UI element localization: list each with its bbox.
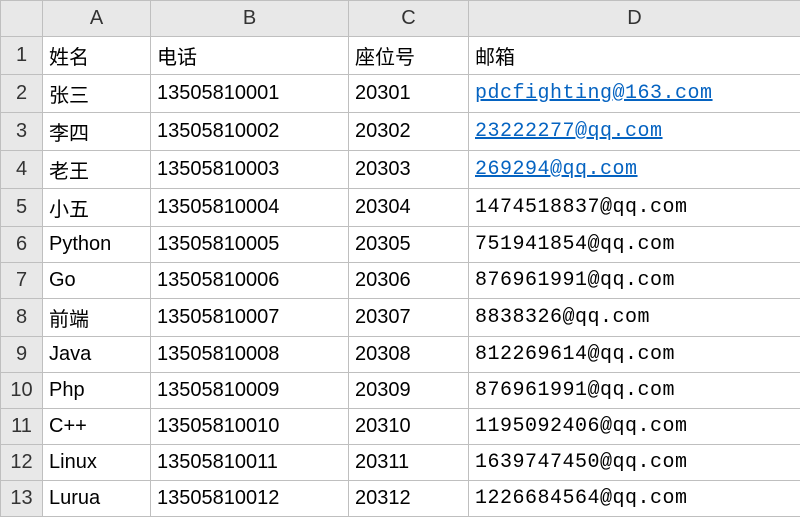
cell-name[interactable]: 李四 [43,113,151,151]
header-cell[interactable]: 电话 [151,37,349,75]
table-row: 9Java1350581000820308812269614@qq.com [1,337,800,373]
cell-name[interactable]: Go [43,263,151,299]
cell-email[interactable]: 1639747450@qq.com [469,445,800,481]
email-link[interactable]: pdcfighting@163.com [475,82,713,105]
column-header-row: A B C D [1,1,800,37]
cell-email[interactable]: 812269614@qq.com [469,337,800,373]
cell-phone[interactable]: 13505810004 [151,189,349,227]
table-row: 11C++13505810010203101195092406@qq.com [1,409,800,445]
row-header[interactable]: 5 [1,189,43,227]
cell-seat[interactable]: 20308 [349,337,469,373]
cell-phone[interactable]: 13505810009 [151,373,349,409]
cell-name[interactable]: Python [43,227,151,263]
cell-seat[interactable]: 20304 [349,189,469,227]
cell-email[interactable]: 269294@qq.com [469,151,800,189]
cell-name[interactable]: 张三 [43,75,151,113]
cell-seat[interactable]: 20305 [349,227,469,263]
cell-seat[interactable]: 20302 [349,113,469,151]
cell-email[interactable]: 8838326@qq.com [469,299,800,337]
table-row: 1姓名电话座位号邮箱 [1,37,800,75]
cell-email[interactable]: 751941854@qq.com [469,227,800,263]
column-header-b[interactable]: B [151,1,349,37]
table-row: 10Php1350581000920309876961991@qq.com [1,373,800,409]
row-header[interactable]: 10 [1,373,43,409]
cell-name[interactable]: Linux [43,445,151,481]
cell-email[interactable]: 1226684564@qq.com [469,481,800,517]
cell-phone[interactable]: 13505810003 [151,151,349,189]
cell-name[interactable]: Java [43,337,151,373]
cell-email[interactable]: 1195092406@qq.com [469,409,800,445]
cell-phone[interactable]: 13505810001 [151,75,349,113]
email-link[interactable]: 269294@qq.com [475,158,638,181]
cell-phone[interactable]: 13505810011 [151,445,349,481]
cell-phone[interactable]: 13505810012 [151,481,349,517]
cell-phone[interactable]: 13505810008 [151,337,349,373]
cell-phone[interactable]: 13505810007 [151,299,349,337]
cell-email[interactable]: pdcfighting@163.com [469,75,800,113]
cell-seat[interactable]: 20306 [349,263,469,299]
table-row: 4老王1350581000320303 269294@qq.com [1,151,800,189]
row-header[interactable]: 6 [1,227,43,263]
cell-name[interactable]: 老王 [43,151,151,189]
table-row: 3李四1350581000220302 23222277@qq.com [1,113,800,151]
cell-name[interactable]: Lurua [43,481,151,517]
cell-name[interactable]: C++ [43,409,151,445]
table-row: 8前端13505810007203078838326@qq.com [1,299,800,337]
cell-seat[interactable]: 20303 [349,151,469,189]
cell-seat[interactable]: 20311 [349,445,469,481]
row-header[interactable]: 13 [1,481,43,517]
row-header[interactable]: 2 [1,75,43,113]
select-all-corner[interactable] [1,1,43,37]
cell-seat[interactable]: 20312 [349,481,469,517]
cell-name[interactable]: 小五 [43,189,151,227]
header-cell[interactable]: 姓名 [43,37,151,75]
cell-email[interactable]: 1474518837@qq.com [469,189,800,227]
row-header[interactable]: 3 [1,113,43,151]
spreadsheet-grid[interactable]: A B C D 1姓名电话座位号邮箱2张三1350581000120301pdc… [0,0,800,517]
cell-email[interactable]: 23222277@qq.com [469,113,800,151]
row-header[interactable]: 12 [1,445,43,481]
cell-email[interactable]: 876961991@qq.com [469,373,800,409]
cell-name[interactable]: 前端 [43,299,151,337]
cell-email[interactable]: 876961991@qq.com [469,263,800,299]
column-header-d[interactable]: D [469,1,800,37]
header-cell[interactable]: 邮箱 [469,37,800,75]
row-header[interactable]: 11 [1,409,43,445]
cell-phone[interactable]: 13505810005 [151,227,349,263]
table-row: 6Python1350581000520305751941854@qq.com [1,227,800,263]
table-row: 2张三1350581000120301 pdcfighting@163.com [1,75,800,113]
cell-seat[interactable]: 20310 [349,409,469,445]
table-row: 12Linux13505810011203111639747450@qq.com [1,445,800,481]
row-header[interactable]: 9 [1,337,43,373]
table-row: 13Lurua13505810012203121226684564@qq.com [1,481,800,517]
cell-phone[interactable]: 13505810002 [151,113,349,151]
cell-seat[interactable]: 20307 [349,299,469,337]
header-cell[interactable]: 座位号 [349,37,469,75]
row-header[interactable]: 8 [1,299,43,337]
column-header-c[interactable]: C [349,1,469,37]
row-header[interactable]: 4 [1,151,43,189]
row-header[interactable]: 1 [1,37,43,75]
table-row: 5小五13505810004203041474518837@qq.com [1,189,800,227]
cell-phone[interactable]: 13505810006 [151,263,349,299]
row-header[interactable]: 7 [1,263,43,299]
cell-seat[interactable]: 20301 [349,75,469,113]
column-header-a[interactable]: A [43,1,151,37]
table-row: 7Go1350581000620306876961991@qq.com [1,263,800,299]
cell-name[interactable]: Php [43,373,151,409]
email-link[interactable]: 23222277@qq.com [475,120,663,143]
cell-phone[interactable]: 13505810010 [151,409,349,445]
cell-seat[interactable]: 20309 [349,373,469,409]
